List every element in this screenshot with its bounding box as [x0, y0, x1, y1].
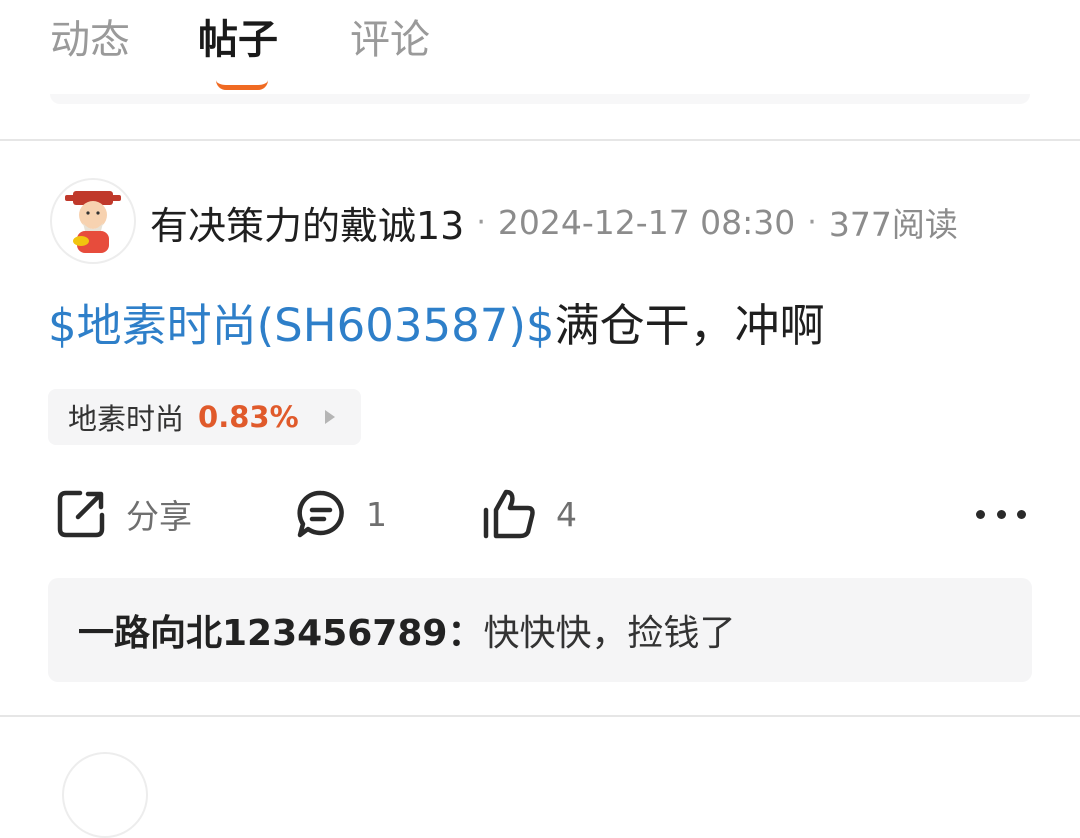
stock-chip[interactable]: 地素时尚 0.83% [48, 389, 361, 445]
like-button[interactable]: 4 [482, 486, 577, 542]
comment-author[interactable]: 一路向北123456789： [78, 604, 483, 656]
comment-count: 1 [366, 494, 387, 534]
comment-preview[interactable]: 一路向北123456789： 快快快，捡钱了 [48, 578, 1032, 682]
author-name[interactable]: 有决策力的戴诚13 [150, 195, 464, 250]
comment-text: 快快快，捡钱了 [483, 613, 736, 654]
share-button[interactable]: 分享 [54, 486, 192, 542]
comment-icon [297, 490, 344, 538]
stock-link[interactable]: $地素时尚(SH603587)$ [48, 299, 555, 352]
stock-chip-name: 地素时尚 [68, 402, 185, 436]
separator-dot: · [807, 204, 817, 240]
comment-button[interactable]: 1 [294, 486, 387, 542]
chevron-right-icon [324, 410, 335, 424]
tab-bar-edge [50, 94, 1030, 104]
tab-comments[interactable]: 评论 [350, 14, 430, 66]
post-datetime: 2024-12-17 08:30 [497, 202, 796, 242]
like-count: 4 [556, 494, 577, 534]
avatar[interactable] [50, 178, 136, 264]
avatar[interactable] [62, 752, 148, 838]
tab-dynamic[interactable]: 动态 [50, 14, 130, 66]
avatar-image [65, 191, 121, 253]
share-icon [57, 490, 105, 538]
stock-chip-change: 0.83% [198, 400, 299, 434]
read-count: 377阅读 [828, 205, 958, 244]
more-options-icon[interactable] [976, 504, 1026, 524]
separator-dot: · [476, 204, 486, 240]
active-tab-indicator [216, 80, 268, 90]
tab-posts[interactable]: 帖子 [198, 14, 278, 66]
post-content[interactable]: $地素时尚(SH603587)$满仓干，冲啊 [48, 296, 825, 356]
divider [0, 139, 1080, 141]
divider [0, 715, 1080, 717]
thumbs-up-icon [483, 489, 535, 539]
post-meta: 有决策力的戴诚13 · 2024-12-17 08:30 · 377阅读 [150, 196, 958, 248]
share-label: 分享 [126, 497, 192, 536]
post-text: 满仓干，冲啊 [554, 299, 825, 352]
